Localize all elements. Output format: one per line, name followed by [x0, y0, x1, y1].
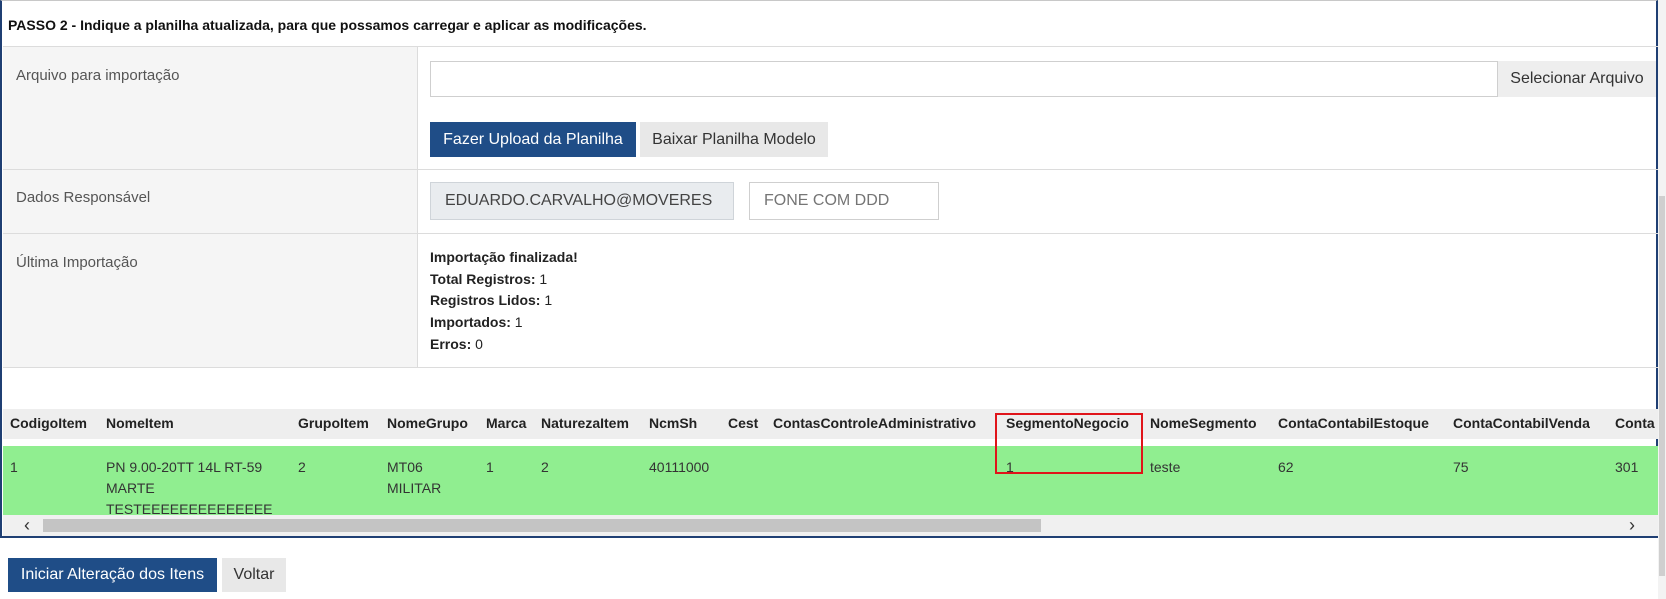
th-conta[interactable]: Conta — [1615, 415, 1655, 431]
download-template-button[interactable]: Baixar Planilha Modelo — [640, 122, 828, 157]
th-nome-grupo[interactable]: NomeGrupo — [387, 415, 468, 431]
cell-conta-contabil-venda: 75 — [1453, 459, 1469, 475]
registros-lidos: Registros Lidos: 1 — [430, 292, 553, 308]
file-label-cell: Arquivo para importação — [3, 47, 418, 169]
table-row[interactable]: 1 PN 9.00-20TT 14L RT-59 MARTE TESTEEEEE… — [3, 446, 1658, 524]
table-horizontal-scrollbar[interactable]: ‹ › — [3, 515, 1658, 536]
importados: Importados: 1 — [430, 314, 523, 330]
th-codigo-item[interactable]: CodigoItem — [10, 415, 87, 431]
scroll-thumb[interactable] — [43, 519, 1041, 532]
cell-codigo-item: 1 — [10, 459, 18, 475]
th-grupo-item[interactable]: GrupoItem — [298, 415, 369, 431]
back-button[interactable]: Voltar — [222, 558, 286, 592]
step-title: PASSO 2 - Indique a planilha atualizada,… — [8, 17, 647, 33]
ultima-importacao-label: Última Importação — [16, 254, 138, 271]
th-marca[interactable]: Marca — [486, 415, 526, 431]
th-conta-contabil-venda[interactable]: ContaContabilVenda — [1453, 415, 1590, 431]
file-label: Arquivo para importação — [16, 67, 180, 84]
cell-conta-contabil-estoque: 62 — [1278, 459, 1294, 475]
import-status: Importação finalizada! — [430, 249, 578, 265]
th-cest[interactable]: Cest — [728, 415, 758, 431]
total-registros: Total Registros: 1 — [430, 271, 548, 287]
page-scroll-thumb[interactable] — [1659, 196, 1665, 576]
responsavel-label-cell: Dados Responsável — [3, 170, 418, 233]
phone-field[interactable] — [749, 182, 939, 220]
cell-nome-grupo: MT06 MILITAR — [387, 459, 442, 496]
cell-conta: 301 — [1615, 459, 1639, 475]
select-file-button[interactable]: Selecionar Arquivo — [1498, 61, 1656, 97]
cell-nome-item: PN 9.00-20TT 14L RT-59 MARTE TESTEEEEEEE… — [106, 459, 273, 517]
segmento-negocio-highlight — [995, 413, 1143, 474]
responsavel-label: Dados Responsável — [16, 189, 151, 206]
start-item-change-button[interactable]: Iniciar Alteração dos Itens — [8, 558, 217, 592]
page-vertical-scrollbar[interactable] — [1658, 0, 1666, 599]
upload-spreadsheet-button[interactable]: Fazer Upload da Planilha — [430, 122, 636, 157]
th-natureza-item[interactable]: NaturezaItem — [541, 415, 629, 431]
th-contas-controle-administrativo[interactable]: ContasControleAdministrativo — [773, 415, 976, 431]
chevron-right-icon[interactable]: › — [1629, 516, 1635, 534]
ultima-importacao-label-cell: Última Importação — [3, 234, 418, 367]
th-nome-item[interactable]: NomeItem — [106, 415, 174, 431]
email-field[interactable]: EDUARDO.CARVALHO@MOVERES — [430, 182, 734, 220]
file-path-input[interactable] — [430, 61, 1498, 97]
cell-ncm-sh: 40111000 — [649, 459, 710, 475]
chevron-left-icon[interactable]: ‹ — [24, 516, 30, 534]
th-nome-segmento[interactable]: NomeSegmento — [1150, 415, 1257, 431]
th-conta-contabil-estoque[interactable]: ContaContabilEstoque — [1278, 415, 1429, 431]
th-ncm-sh[interactable]: NcmSh — [649, 415, 697, 431]
cell-grupo-item: 2 — [298, 459, 306, 475]
row-divider — [3, 367, 1658, 368]
cell-natureza-item: 2 — [541, 459, 549, 475]
cell-nome-segmento: teste — [1150, 459, 1181, 475]
erros: Erros: 0 — [430, 336, 483, 352]
cell-marca: 1 — [486, 459, 494, 475]
table-header: CodigoItem NomeItem GrupoItem NomeGrupo … — [3, 409, 1658, 439]
